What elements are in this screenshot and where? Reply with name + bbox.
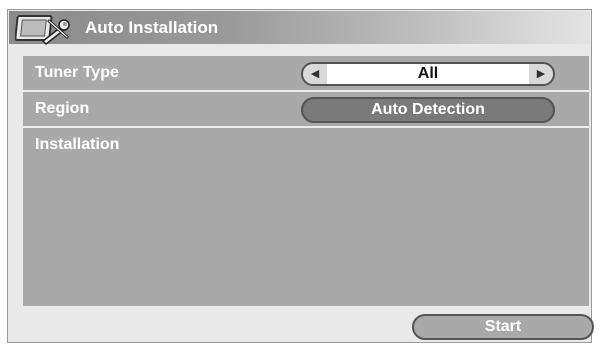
tuner-type-label: Tuner Type	[35, 64, 119, 81]
region-button[interactable]: Auto Detection	[301, 97, 555, 123]
arrow-left-icon[interactable]: ◀	[303, 64, 327, 84]
region-row[interactable]: Region Auto Detection	[23, 92, 589, 126]
title-bar: Auto Installation	[9, 11, 590, 45]
settings-panel: Tuner Type ◀ All ▶ Region Auto Detection…	[23, 56, 589, 306]
tuner-type-row[interactable]: Tuner Type ◀ All ▶	[23, 56, 589, 90]
tools-monitor-icon	[15, 15, 70, 45]
arrow-right-icon[interactable]: ▶	[529, 64, 553, 84]
window-title: Auto Installation	[85, 18, 219, 37]
auto-installation-window: Auto Installation Tuner Type ◀ All ▶ Reg…	[7, 9, 594, 343]
tuner-type-value: All	[327, 64, 529, 84]
region-label: Region	[35, 100, 90, 117]
installation-label: Installation	[35, 136, 120, 153]
installation-row: Installation	[23, 128, 589, 162]
start-button[interactable]: Start	[412, 314, 594, 340]
tuner-type-selector[interactable]: ◀ All ▶	[301, 62, 555, 86]
